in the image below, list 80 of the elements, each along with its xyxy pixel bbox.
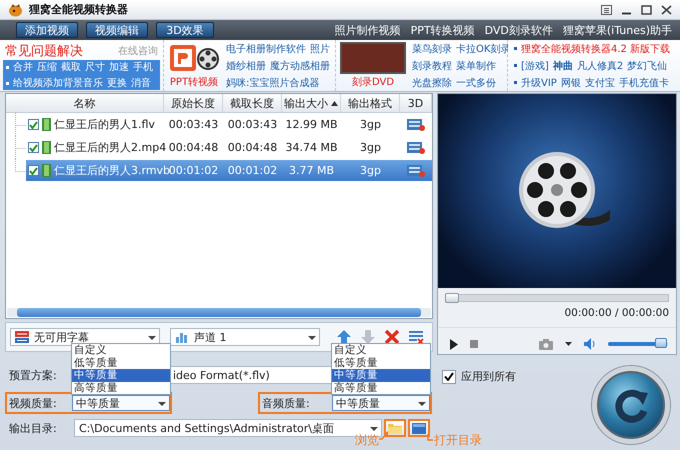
faq-link[interactable]: 截取 — [61, 60, 81, 74]
faq-link[interactable]: 手机 — [133, 60, 153, 74]
table-cell-text: 3gp — [359, 118, 382, 131]
field-label: 预置方案: — [8, 368, 58, 382]
news-link[interactable]: 支付宝 — [584, 76, 615, 90]
promo-link[interactable]: 刻录教程 — [412, 58, 452, 72]
faq-link[interactable]: 更换 — [107, 76, 127, 90]
table-cell-text: 3.77 MB — [288, 164, 336, 177]
promo-link[interactable]: 婚纱相册 — [226, 58, 266, 72]
field-label: 音频质量: — [261, 396, 311, 410]
annotation: 打开目录 — [434, 432, 482, 449]
faq-link[interactable]: 尺寸 — [85, 60, 105, 74]
table-row[interactable]: 仁显王后的男人2.mp4 00:04:48 00:04:48 34.74 MB 3gp — [26, 137, 432, 158]
promo-link[interactable]: 照片 — [310, 42, 330, 56]
column-header[interactable]: 截取长度 — [223, 94, 282, 113]
faq-link[interactable]: 压缩 — [37, 60, 57, 74]
table-cell-text: 00:03:43 — [226, 118, 278, 131]
column-header[interactable]: 名称 — [6, 94, 164, 113]
news-link[interactable]: [游戏] — [521, 58, 549, 72]
time-readout: 00:00:00 / 00:00:00 — [563, 306, 670, 320]
dropdown-option[interactable]: 高等质量 — [332, 382, 430, 394]
news-link[interactable]: 梦幻飞仙 — [627, 58, 668, 72]
table-row[interactable]: 仁显王后的男人1.flv 00:03:43 00:03:43 12.99 MB 3gp — [26, 114, 432, 135]
news-link[interactable]: 凡人修真2 — [576, 58, 624, 72]
file-name: 仁显王后的男人2.mp4 — [54, 140, 166, 155]
toolbar-link[interactable]: DVD刻录软件 — [484, 22, 553, 38]
quality-dropdown[interactable]: 中等质量 — [72, 395, 170, 411]
table-cell-text: 3gp — [359, 164, 382, 177]
promo-link[interactable]: 电子相册制作软件 — [226, 42, 306, 56]
promo-link[interactable]: 光盘擦除 — [412, 76, 452, 90]
column-header[interactable]: 原始长度 — [164, 94, 223, 113]
dropdown-option[interactable]: 低等质量 — [72, 356, 170, 369]
column-header[interactable]: 输出格式 — [341, 94, 400, 113]
news-link[interactable]: 升级VIP — [521, 76, 557, 90]
table-row[interactable]: 仁显王后的男人3.rmvb00:01:02 00:01:02 3.77 MB 3gp — [26, 160, 432, 181]
file-name: 仁显王后的男人3.rmvb — [54, 163, 170, 178]
promo-link[interactable]: 菜单制作 — [456, 58, 496, 72]
toolbar-button[interactable]: 3D效果 — [156, 22, 214, 38]
window-title: 狸窝全能视频转换器 — [29, 2, 128, 17]
toolbar-link[interactable]: PPT转换视频 — [410, 22, 475, 38]
promo-caption[interactable]: PPT转视频 — [170, 75, 218, 89]
promo-link[interactable]: 菜鸟刻录 — [412, 42, 452, 56]
table-cell-text: 12.99 MB — [284, 118, 339, 131]
dropdown-option[interactable]: 自定义 — [332, 344, 430, 356]
faq-link[interactable]: 合并 — [13, 60, 33, 74]
promo-caption[interactable]: 刻录DVD — [352, 75, 394, 89]
toolbar-link[interactable]: 照片制作视频 — [334, 22, 401, 38]
promo-link[interactable]: 妈咪:宝宝照片合成器 — [226, 76, 320, 90]
table-cell-text: 00:04:48 — [168, 141, 220, 154]
news-link[interactable]: 手机充值卡 — [618, 76, 669, 90]
dropdown-option[interactable]: 中等质量 — [72, 369, 170, 382]
field-label: 输出目录: — [8, 420, 58, 436]
table-cell-text: 00:04:48 — [226, 141, 278, 154]
dropdown-option[interactable]: 自定义 — [72, 344, 170, 356]
news-link[interactable]: 网银 — [560, 76, 581, 90]
promo-link[interactable]: 魔方动感相册 — [270, 58, 330, 72]
faq-link[interactable]: 给视频添加背景音乐 — [13, 76, 103, 90]
toolbar-button[interactable]: 视频编辑 — [86, 22, 148, 38]
toolbar-button[interactable]: 添加视频 — [16, 22, 78, 38]
column-header[interactable]: 输出大小 — [282, 94, 341, 113]
table-cell-text: 00:03:43 — [168, 118, 220, 131]
table-cell-text: 34.74 MB — [284, 141, 339, 154]
faq-link[interactable]: 消音 — [131, 76, 151, 90]
dropdown-option[interactable]: 中等质量 — [332, 369, 430, 382]
faq-title: 常见问题解决 — [5, 43, 83, 60]
audio-track-dropdown[interactable]: 声道 1 — [170, 328, 320, 346]
news-link[interactable]: 狸窝全能视频转换器4.2 新版下载 — [521, 42, 670, 56]
promo-link[interactable]: 一式多份 — [456, 76, 496, 90]
toolbar-link[interactable]: 狸窝苹果(iTunes)助手 — [562, 22, 672, 38]
field-label: 视频质量: — [8, 396, 58, 410]
checkbox-label: 应用到所有 — [461, 369, 516, 384]
column-header[interactable]: 3D — [400, 94, 432, 113]
table-cell-text: 3gp — [359, 141, 382, 154]
dropdown-option[interactable]: 低等质量 — [332, 356, 430, 369]
quality-dropdown[interactable]: 中等质量 — [332, 395, 430, 411]
news-link[interactable]: 神曲 — [552, 58, 573, 72]
table-cell-text: 00:01:02 — [226, 164, 278, 177]
dropdown-option[interactable]: 高等质量 — [72, 382, 170, 394]
file-name: 仁显王后的男人1.flv — [54, 117, 155, 132]
faq-link[interactable]: 加速 — [109, 60, 129, 74]
